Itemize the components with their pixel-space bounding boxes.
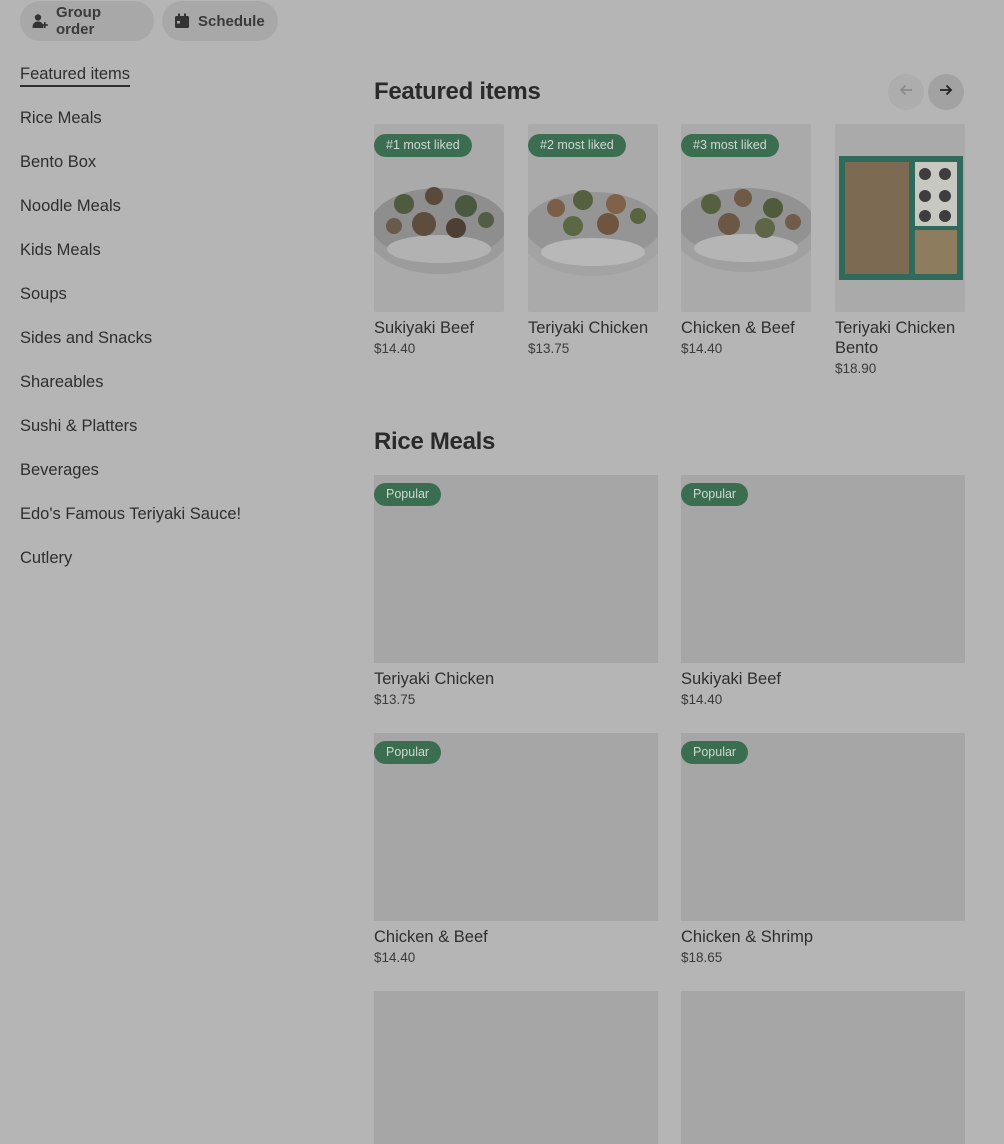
item-price: $14.40 xyxy=(374,341,416,356)
item-price: $14.40 xyxy=(374,950,416,965)
sidebar-item-label: Shareables xyxy=(20,373,104,391)
item-image: #1 most liked xyxy=(374,124,504,312)
featured-item-card[interactable]: Teriyaki Chicken Bento $18.90 xyxy=(835,124,965,376)
sidebar-item-label: Soups xyxy=(20,285,67,303)
sidebar-item-label: Rice Meals xyxy=(20,109,102,127)
item-price: $14.40 xyxy=(681,341,723,356)
sidebar-item-label: Bento Box xyxy=(20,153,97,171)
item-name: Sukiyaki Beef xyxy=(374,319,474,337)
rank-badge: #3 most liked xyxy=(681,134,779,157)
featured-item-card[interactable]: #1 most liked Sukiyaki Beef $14.40 xyxy=(374,124,504,356)
item-image: #2 most liked xyxy=(528,124,658,312)
sidebar-item-sushi-platters[interactable]: Sushi & Platters xyxy=(20,410,320,454)
popular-badge: Popular xyxy=(374,741,442,764)
sidebar-item-featured-items[interactable]: Featured items xyxy=(20,58,320,102)
sidebar-item-label: Noodle Meals xyxy=(20,197,121,215)
sidebar-item-noodle-meals[interactable]: Noodle Meals xyxy=(20,190,320,234)
arrow-right-icon xyxy=(938,82,954,103)
carousel-next-button[interactable] xyxy=(928,74,964,110)
sidebar-item-label: Featured items xyxy=(20,65,131,87)
item-image xyxy=(374,991,658,1144)
featured-items-heading: Featured items xyxy=(374,78,541,105)
sidebar-item-label: Beverages xyxy=(20,461,99,479)
arrow-left-icon xyxy=(898,82,914,103)
rank-badge: #2 most liked xyxy=(528,134,626,157)
sidebar-item-rice-meals[interactable]: Rice Meals xyxy=(20,102,320,146)
item-name: Chicken & Beef xyxy=(681,319,795,337)
item-price: $18.65 xyxy=(681,950,723,965)
menu-item-card[interactable]: Popular Chicken & Beef $14.40 xyxy=(374,733,658,965)
item-name: Teriyaki Chicken xyxy=(528,319,649,337)
item-image: Popular xyxy=(374,733,658,921)
item-name: Chicken & Shrimp xyxy=(681,928,814,946)
sidebar-item-cutlery[interactable]: Cutlery xyxy=(20,542,320,586)
sidebar-item-label: Sides and Snacks xyxy=(20,329,153,347)
popular-badge: Popular xyxy=(681,741,749,764)
schedule-button[interactable]: Schedule xyxy=(162,1,278,41)
sidebar-item-label: Cutlery xyxy=(20,549,73,567)
featured-item-card[interactable]: #2 most liked Teriyaki Chicken $13.75 xyxy=(528,124,658,356)
schedule-label: Schedule xyxy=(198,12,265,30)
category-sidebar: Featured items Rice Meals Bento Box Nood… xyxy=(20,58,320,586)
item-image xyxy=(835,124,965,312)
item-price: $13.75 xyxy=(374,692,416,707)
add-person-icon xyxy=(32,13,48,29)
featured-item-card[interactable]: #3 most liked Chicken & Beef $14.40 xyxy=(681,124,811,356)
rice-meals-heading: Rice Meals xyxy=(374,428,496,455)
menu-item-card[interactable]: Popular Sukiyaki Beef $14.40 xyxy=(681,475,965,707)
popular-badge: Popular xyxy=(374,483,442,506)
item-image xyxy=(681,991,965,1144)
menu-item-card[interactable]: Popular Chicken & Shrimp $18.65 xyxy=(681,733,965,965)
item-price: $18.90 xyxy=(835,361,877,376)
carousel-prev-button[interactable] xyxy=(888,74,924,110)
group-order-label: Group order xyxy=(56,4,101,38)
menu-item-card[interactable] xyxy=(374,991,658,1144)
item-image: #3 most liked xyxy=(681,124,811,312)
sidebar-item-shareables[interactable]: Shareables xyxy=(20,366,320,410)
calendar-icon xyxy=(174,13,190,29)
sidebar-item-sides-and-snacks[interactable]: Sides and Snacks xyxy=(20,322,320,366)
menu-item-card[interactable]: Popular Teriyaki Chicken $13.75 xyxy=(374,475,658,707)
item-name: Teriyaki Chicken Bento xyxy=(835,319,956,357)
popular-badge: Popular xyxy=(681,483,749,506)
sidebar-item-label: Edo's Famous Teriyaki Sauce! xyxy=(20,505,242,523)
sidebar-item-bento-box[interactable]: Bento Box xyxy=(20,146,320,190)
item-price: $13.75 xyxy=(528,341,570,356)
group-order-button[interactable]: Group order xyxy=(20,1,154,41)
sidebar-item-beverages[interactable]: Beverages xyxy=(20,454,320,498)
sidebar-item-soups[interactable]: Soups xyxy=(20,278,320,322)
rank-badge: #1 most liked xyxy=(374,134,472,157)
item-name: Chicken & Beef xyxy=(374,928,488,946)
item-name: Sukiyaki Beef xyxy=(681,670,781,688)
sidebar-item-label: Kids Meals xyxy=(20,241,101,259)
sidebar-item-kids-meals[interactable]: Kids Meals xyxy=(20,234,320,278)
item-image: Popular xyxy=(681,475,965,663)
item-image: Popular xyxy=(681,733,965,921)
item-name: Teriyaki Chicken xyxy=(374,670,495,688)
sidebar-item-teriyaki-sauce[interactable]: Edo's Famous Teriyaki Sauce! xyxy=(20,498,320,542)
menu-item-card[interactable] xyxy=(681,991,965,1144)
sidebar-item-label: Sushi & Platters xyxy=(20,417,138,435)
item-image: Popular xyxy=(374,475,658,663)
item-price: $14.40 xyxy=(681,692,723,707)
